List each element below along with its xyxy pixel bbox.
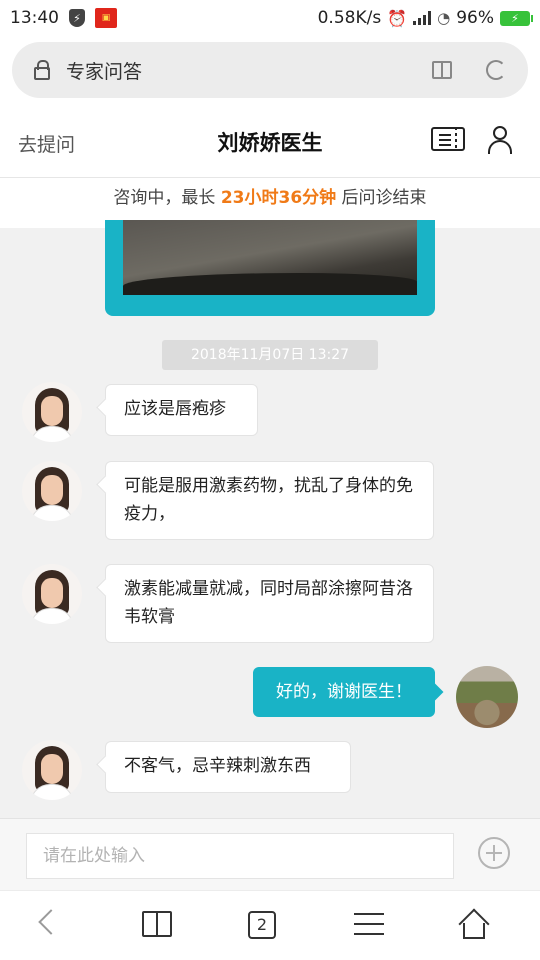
image-message-bubble[interactable] [105, 220, 435, 316]
home-icon [458, 908, 490, 940]
alarm-icon: ⏰ [387, 8, 408, 28]
battery-level: 96% [456, 8, 494, 28]
notice-suffix: 后问诊结束 [336, 188, 427, 208]
menu-button[interactable] [340, 891, 400, 960]
book-icon [142, 911, 172, 937]
app-notification-icon: ▣ [95, 8, 117, 28]
page-url-title[interactable]: 专家问答 [66, 57, 142, 84]
message-text: 不客气，忌辛辣刺激东西 [124, 756, 311, 776]
ticket-icon[interactable] [431, 127, 465, 151]
browser-bottom-nav: 2 [0, 890, 540, 960]
menu-icon [354, 913, 384, 915]
notice-prefix: 咨询中，最长 [113, 188, 221, 208]
status-bar: 13:40 ⚡ ▣ 0.58K/s ⏰ ◔ 96% ⚡ [0, 0, 540, 36]
ask-question-button[interactable]: 去提问 [18, 130, 75, 157]
doctor-avatar[interactable] [22, 382, 82, 442]
doctor-avatar[interactable] [22, 564, 82, 624]
reload-icon[interactable] [486, 60, 506, 80]
chat-timestamp: 2018年11月07日 13:27 [162, 340, 378, 370]
battery-icon: ⚡ [500, 10, 533, 26]
doctor-avatar[interactable] [22, 461, 82, 521]
message-text: 可能是服用激素药物，扰乱了身体的免疫力， [124, 476, 413, 524]
doctor-message-bubble: 应该是唇疱疹 [105, 384, 258, 436]
doctor-message-bubble: 激素能减量就减，同时局部涂擦阿昔洛韦软膏 [105, 564, 434, 643]
browser-address-area: 专家问答 [0, 36, 540, 106]
message-text: 激素能减量就减，同时局部涂擦阿昔洛韦软膏 [124, 579, 413, 627]
message-input-bar: 请在此处输入 [0, 818, 540, 890]
app-header: 去提问 刘娇娇医生 [0, 106, 540, 178]
home-button[interactable] [444, 891, 504, 960]
doctor-avatar[interactable] [22, 740, 82, 800]
tabs-button[interactable]: 2 [230, 891, 290, 960]
remaining-time: 23小时36分钟 [220, 188, 337, 208]
reader-mode-icon[interactable] [432, 61, 452, 79]
tab-count: 2 [248, 911, 276, 939]
add-attachment-icon[interactable] [478, 837, 510, 869]
user-avatar[interactable] [456, 666, 518, 728]
message-text: 好的，谢谢医生！ [276, 682, 412, 702]
bookmarks-button[interactable] [126, 891, 186, 960]
user-profile-icon[interactable] [487, 126, 513, 154]
message-text: 应该是唇疱疹 [124, 399, 226, 419]
address-bar[interactable]: 专家问答 [12, 42, 528, 98]
shield-icon: ⚡ [69, 9, 85, 27]
back-button[interactable] [20, 891, 80, 960]
status-time: 13:40 [10, 8, 59, 28]
lock-icon [34, 59, 50, 80]
chevron-left-icon [38, 909, 64, 935]
network-speed: 0.58K/s [317, 8, 382, 28]
message-photo[interactable] [123, 220, 417, 295]
signal-icon [413, 11, 432, 25]
doctor-message-bubble: 不客气，忌辛辣刺激东西 [105, 741, 351, 793]
doctor-message-bubble: 可能是服用激素药物，扰乱了身体的免疫力， [105, 461, 434, 540]
wifi-icon: ◔ [437, 9, 451, 27]
message-input[interactable]: 请在此处输入 [26, 833, 454, 879]
user-message-bubble: 好的，谢谢医生！ [253, 667, 435, 717]
